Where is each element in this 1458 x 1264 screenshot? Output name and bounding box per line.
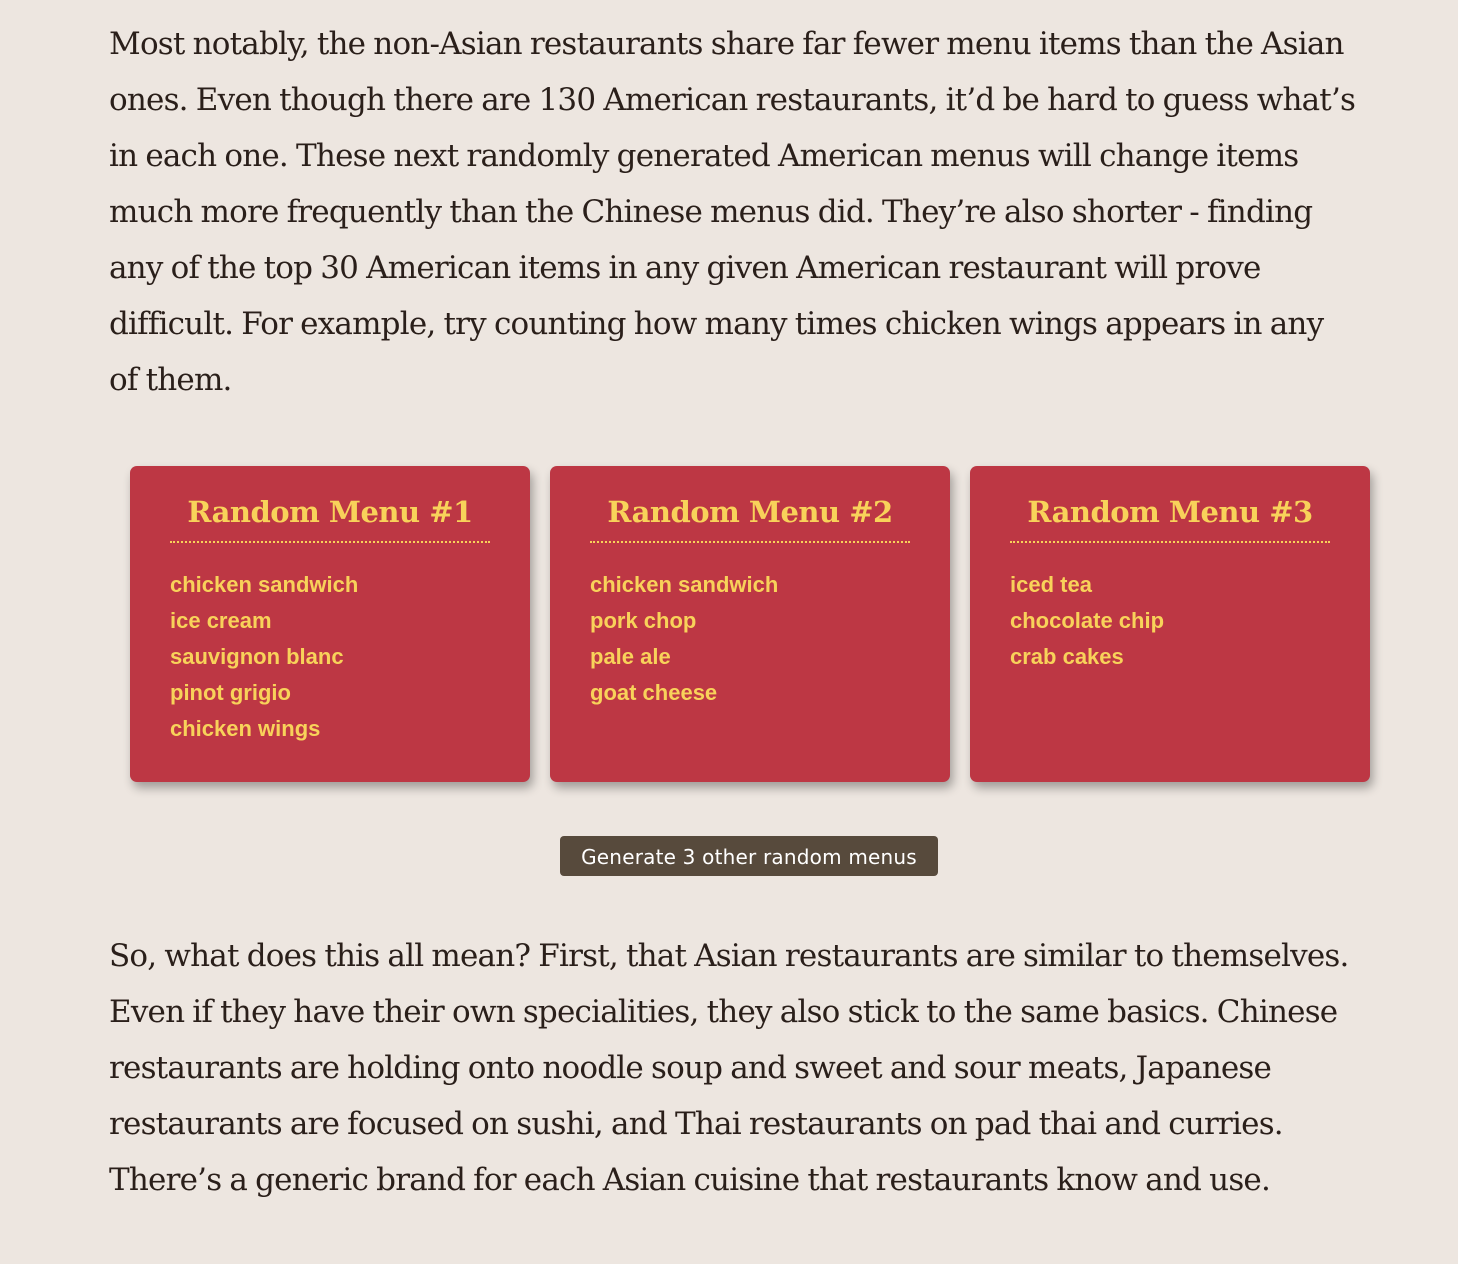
menu-item: sauvignon blanc xyxy=(170,644,344,669)
random-menus: Random Menu #1 chicken sandwich ice crea… xyxy=(130,466,1370,782)
menu-item: chicken wings xyxy=(170,716,321,741)
paragraph-line: Even if they have their own specialities… xyxy=(109,994,1338,1030)
generate-menus-button[interactable]: Generate 3 other random menus xyxy=(560,836,938,876)
paragraph-line: any of the top 30 American items in any … xyxy=(109,250,1261,286)
menu-title: Random Menu #2 xyxy=(590,466,910,543)
menu-item: goat cheese xyxy=(590,680,718,705)
menu-item: chicken sandwich xyxy=(590,572,779,597)
menu-item: chicken sandwich xyxy=(170,572,359,597)
menu-card-2: Random Menu #2 chicken sandwich pork cho… xyxy=(550,466,950,782)
menu-title: Random Menu #1 xyxy=(170,466,490,543)
menu-item: iced tea xyxy=(1010,572,1092,597)
menu-item: pinot grigio xyxy=(170,680,291,705)
menu-item: pork chop xyxy=(590,608,697,633)
menu-item-list: chicken sandwich ice cream sauvignon bla… xyxy=(170,567,490,747)
paragraph-line: Most notably, the non-Asian restaurants … xyxy=(109,26,1345,62)
paragraph-line: ones. Even though there are 130 American… xyxy=(109,82,1356,118)
menu-item: crab cakes xyxy=(1010,644,1124,669)
paragraph-line: difficult. For example, try counting how… xyxy=(109,306,1324,342)
paragraph-line: much more frequently than the Chinese me… xyxy=(109,194,1313,230)
menu-item: chocolate chip xyxy=(1010,608,1165,633)
menu-item-list: iced tea chocolate chip crab cakes xyxy=(1010,567,1330,675)
paragraph-line: restaurants are focused on sushi, and Th… xyxy=(109,1106,1284,1142)
paragraph-line: restaurants are holding onto noodle soup… xyxy=(109,1050,1272,1086)
paragraph-line: of them. xyxy=(109,362,232,398)
paragraph-line: There’s a generic brand for each Asian c… xyxy=(109,1162,1271,1198)
menu-item: ice cream xyxy=(170,608,272,633)
intro-paragraph: Most notably, the non-Asian restaurants … xyxy=(109,16,1409,408)
menu-item: pale ale xyxy=(590,644,671,669)
paragraph-line: So, what does this all mean? First, that… xyxy=(109,938,1349,974)
menu-item-list: chicken sandwich pork chop pale ale goat… xyxy=(590,567,910,711)
menu-card-1: Random Menu #1 chicken sandwich ice crea… xyxy=(130,466,530,782)
menu-title: Random Menu #3 xyxy=(1010,466,1330,543)
paragraph-line: in each one. These next randomly generat… xyxy=(109,138,1299,174)
menu-card-3: Random Menu #3 iced tea chocolate chip c… xyxy=(970,466,1370,782)
conclusion-paragraph: So, what does this all mean? First, that… xyxy=(109,928,1409,1208)
